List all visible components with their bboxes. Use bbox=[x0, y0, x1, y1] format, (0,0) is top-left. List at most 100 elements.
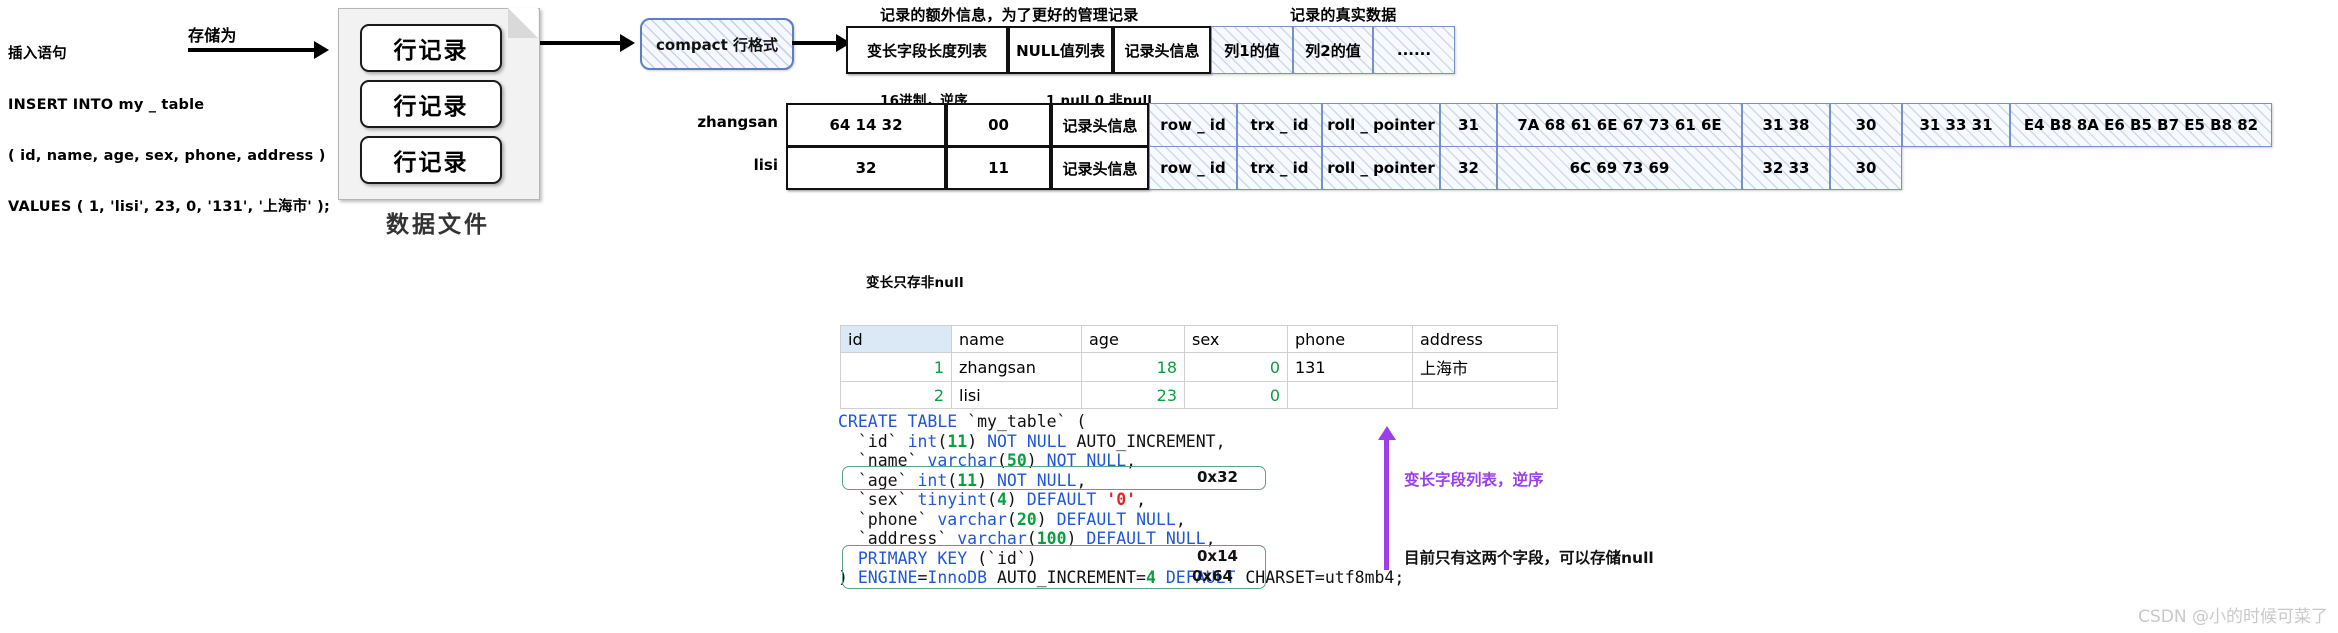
lisi-row-cell-label: roll _ pointer bbox=[1327, 159, 1435, 177]
cell-age: 23 bbox=[1081, 381, 1185, 409]
zhangsan-row-cell-6: 31 bbox=[1440, 103, 1497, 147]
insert-statement-text: 插入语句 INSERT INTO my _ table ( id, name, … bbox=[8, 12, 338, 233]
sql-line-0: CREATE TABLE `my_table` ( bbox=[838, 412, 1087, 431]
sql-line-8: ) ENGINE=InnoDB AUTO_INCREMENT=4 DEFAULT… bbox=[838, 568, 1405, 587]
create-table-sql: CREATE TABLE `my_table` ( `id` int(11) N… bbox=[838, 412, 1404, 588]
zhangsan-row-cell-8: 31 38 bbox=[1742, 103, 1830, 147]
sql-line-1: `id` int(11) NOT NULL AUTO_INCREMENT, bbox=[857, 431, 1226, 451]
cell-sex: 0 bbox=[1184, 381, 1288, 409]
example-row-label-lisi: lisi bbox=[753, 156, 778, 174]
compact-row-format-label: compact 行格式 bbox=[656, 35, 778, 54]
cell-sex: 0 bbox=[1184, 352, 1288, 382]
note-varlen-nonnull: 变长只存非null bbox=[866, 275, 964, 291]
cell-phone: 131 bbox=[1287, 352, 1413, 382]
data-file-caption: 数据文件 bbox=[386, 212, 490, 238]
zhangsan-row-cell-2: 记录头信息 bbox=[1051, 103, 1149, 147]
zhangsan-row-cell-label: 31 33 31 bbox=[1919, 116, 1993, 134]
cell-name: lisi bbox=[951, 381, 1082, 409]
lisi-row-cell-4: trx _ id bbox=[1237, 146, 1322, 190]
lisi-row-cell-label: 11 bbox=[988, 159, 1009, 177]
zhangsan-row-cell-9: 30 bbox=[1830, 103, 1902, 147]
zhangsan-row-cell-label: row _ id bbox=[1160, 116, 1226, 134]
row-record-label: 行记录 bbox=[393, 150, 469, 176]
lisi-row-cell-11 bbox=[2010, 146, 2272, 190]
lisi-row-cell-10 bbox=[1902, 146, 2010, 190]
cell-id: 1 bbox=[840, 352, 952, 382]
lisi-row-cell-label: 30 bbox=[1855, 159, 1877, 177]
arrow-head-icon bbox=[620, 34, 635, 52]
store-as-label: 存储为 bbox=[188, 26, 237, 45]
format-strip-cell-1: NULL值列表 bbox=[1008, 26, 1113, 74]
column-header-phone: phone bbox=[1287, 325, 1413, 353]
watermark: CSDN @小的时候可菜了 bbox=[2138, 607, 2328, 627]
zhangsan-row-cell-label: trx _ id bbox=[1250, 116, 1309, 134]
insert-statement-line: ( id, name, age, sex, phone, address ) bbox=[8, 148, 326, 164]
lisi-row-cell-8: 32 33 bbox=[1742, 146, 1830, 190]
lisi-row-cell-label: 记录头信息 bbox=[1062, 159, 1138, 178]
purple-arrow-head-icon bbox=[1378, 426, 1396, 440]
table-row: 1 zhangsan 18 0 131 上海市 bbox=[840, 352, 1558, 382]
row-record-label: 行记录 bbox=[393, 38, 469, 64]
annotation-varlen-list: 变长字段列表，逆序 bbox=[1404, 471, 1544, 489]
zhangsan-row-cell-label: 64 14 32 bbox=[829, 116, 903, 134]
table-header-row: id name age sex phone address bbox=[840, 325, 1558, 353]
zhangsan-row-cell-7: 7A 68 61 6E 67 73 61 6E bbox=[1497, 103, 1742, 147]
cell-address: 上海市 bbox=[1412, 352, 1558, 382]
arrow-head-icon bbox=[314, 41, 329, 59]
purple-arrow-shaft bbox=[1384, 438, 1389, 570]
data-file-container: 行记录 行记录 行记录 bbox=[338, 8, 540, 200]
zhangsan-row-cell-label: roll _ pointer bbox=[1327, 116, 1435, 134]
zhangsan-row-cell-11: E4 B8 8A E6 B5 B7 E5 B8 82 bbox=[2010, 103, 2272, 147]
row-record-box: 行记录 bbox=[360, 24, 502, 72]
example-row-lisi: 32 11 记录头信息 row _ id trx _ id roll _ pointer 3… bbox=[786, 146, 2272, 190]
lisi-row-cell-label: trx _ id bbox=[1250, 159, 1309, 177]
cell-address bbox=[1412, 381, 1558, 409]
zhangsan-row-cell-4: trx _ id bbox=[1237, 103, 1322, 147]
strip-caption-real-data: 记录的真实数据 bbox=[1290, 6, 1397, 24]
page-fold-shadow-icon bbox=[508, 8, 538, 38]
format-strip-cell-2: 记录头信息 bbox=[1113, 26, 1211, 74]
sql-line-5: `phone` varchar(20) DEFAULT NULL, bbox=[857, 509, 1186, 529]
format-strip-cell-4: 列2的值 bbox=[1293, 26, 1373, 74]
cell-phone bbox=[1287, 381, 1413, 409]
row-record-box: 行记录 bbox=[360, 136, 502, 184]
lisi-row-cell-label: 32 bbox=[855, 159, 877, 177]
column-header-sex: sex bbox=[1184, 325, 1288, 353]
compact-format-strip: 变长字段长度列表 NULL值列表 记录头信息 列1的值 列2的值...... bbox=[846, 26, 1455, 74]
result-table: id name age sex phone address 1 zhangsan… bbox=[840, 325, 1558, 409]
row-record-box: 行记录 bbox=[360, 80, 502, 128]
format-strip-cell-label: 记录头信息 bbox=[1124, 41, 1200, 60]
column-header-age: age bbox=[1081, 325, 1185, 353]
zhangsan-row-cell-label: 31 38 bbox=[1762, 116, 1810, 134]
example-row-zhangsan: 64 14 32 00 记录头信息 row _ id trx _ id roll _ po… bbox=[786, 103, 2272, 147]
arrow-insert-to-datafile bbox=[188, 48, 316, 52]
format-strip-cell-label: ...... bbox=[1396, 41, 1432, 59]
table-row: 2 lisi 23 0 bbox=[840, 381, 1558, 409]
zhangsan-row-cell-3: row _ id bbox=[1149, 103, 1237, 147]
zhangsan-row-cell-10: 31 33 31 bbox=[1902, 103, 2010, 147]
row-record-label: 行记录 bbox=[393, 94, 469, 120]
sql-line-3: `age` int(11) NOT NULL, bbox=[857, 470, 1087, 490]
column-header-address: address bbox=[1412, 325, 1558, 353]
zhangsan-row-cell-label: 30 bbox=[1855, 116, 1877, 134]
sql-line-4: `sex` tinyint(4) DEFAULT '0', bbox=[857, 490, 1147, 509]
lisi-row-cell-3: row _ id bbox=[1149, 146, 1237, 190]
strip-caption-extra-info: 记录的额外信息，为了更好的管理记录 bbox=[880, 6, 1139, 24]
format-strip-cell-label: 变长字段长度列表 bbox=[866, 41, 987, 60]
format-strip-cell-label: 列2的值 bbox=[1305, 41, 1361, 60]
cell-id: 2 bbox=[840, 381, 952, 409]
column-header-id: id bbox=[840, 325, 952, 353]
annotation-nullable: 目前只有这两个字段，可以存储null bbox=[1404, 549, 1654, 567]
format-strip-cell-5: ...... bbox=[1373, 26, 1455, 74]
zhangsan-row-cell-label: 31 bbox=[1458, 116, 1479, 134]
zhangsan-row-cell-label: 记录头信息 bbox=[1062, 116, 1138, 135]
lisi-row-cell-2: 记录头信息 bbox=[1051, 146, 1149, 190]
lisi-row-cell-5: roll _ pointer bbox=[1322, 146, 1440, 190]
lisi-row-cell-7: 6C 69 73 69 bbox=[1497, 146, 1742, 190]
format-strip-cell-label: 列1的值 bbox=[1224, 41, 1280, 60]
zhangsan-row-cell-label: 7A 68 61 6E 67 73 61 6E bbox=[1517, 116, 1722, 134]
insert-statement-line: INSERT INTO my _ table bbox=[8, 97, 205, 113]
lisi-row-cell-1: 11 bbox=[946, 146, 1051, 190]
zhangsan-row-cell-label: 00 bbox=[988, 116, 1009, 134]
insert-statement-line: VALUES ( 1, 'lisi', 23, 0, '131', '上海市' … bbox=[8, 199, 330, 215]
